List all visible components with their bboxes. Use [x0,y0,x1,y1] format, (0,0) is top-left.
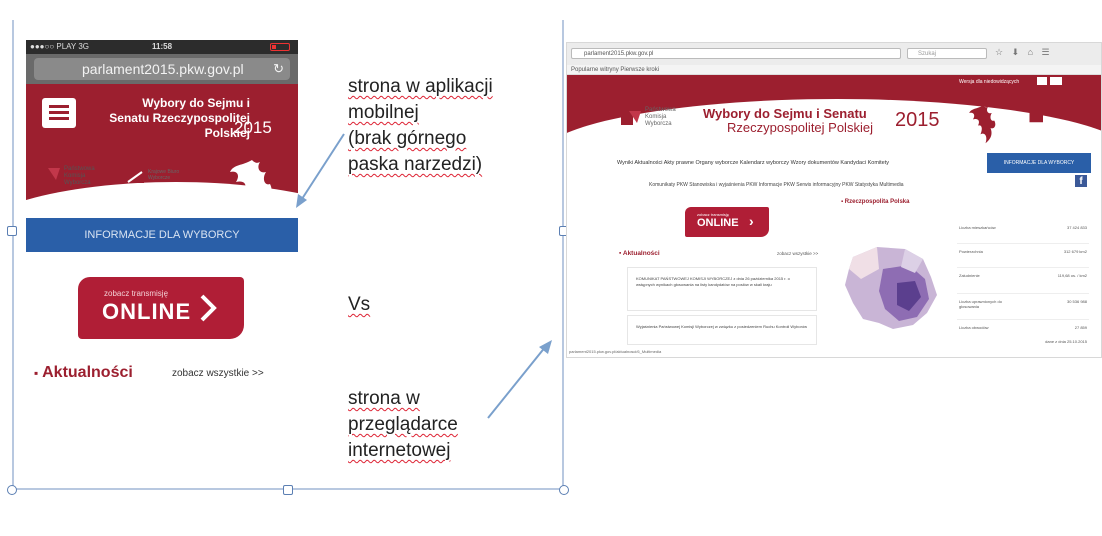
desktop-site-title: Wybory do Sejmu i Senatu Rzeczypospolite… [703,107,873,135]
eagle-icon [230,160,272,220]
stats-label: Powierzchnia [959,249,983,254]
mobile-news-heading: ▪ Aktualności [34,364,133,382]
bookmarks-bar[interactable]: Popularne witryny Pierwsze kroki [567,65,1101,75]
caption-line: internetowej [348,440,451,461]
poland-map[interactable] [839,239,943,335]
facebook-icon[interactable]: f [1075,175,1087,187]
resize-handle-bottom-right[interactable] [559,485,569,495]
browser-toolbar: parlament2015.pkw.gov.pl Szukaj ☆ ⬇ ⌂ ☰ [567,43,1101,66]
pkw-logo-text: Państwowa Komisja Wyborcza [64,166,95,186]
stats-date: dane z dnia 25.10.2015 [1045,339,1087,344]
desktop-news-title: Aktualności [622,250,660,257]
desktop-title-line2: Rzeczypospolitej Polskiej [727,120,873,135]
desktop-url-text: parlament2015.pkw.gov.pl [584,51,654,57]
resize-handle-bottom[interactable] [283,485,293,495]
desktop-title-line1: Wybory do Sejmu i Senatu [703,106,867,121]
news-item[interactable]: KOMUNIKAT PAŃSTWOWEJ KOMISJI WYBORCZEJ z… [627,267,817,311]
mobile-site-title: Wybory do Sejmu i Senatu Rzeczypospolite… [109,96,250,140]
news-item[interactable]: Wyjaśnienia Państwowej Komisji Wyborczej… [627,315,817,345]
stats-label: Liczba mieszkańców [959,225,996,230]
caption-line: (brak górnego [348,128,467,149]
desktop-eagle-icon [969,105,996,144]
stats-row: Powierzchnia 312 679 km2 [957,243,1089,268]
mobile-caption: strona w aplikacji mobilnej (brak górneg… [348,74,493,178]
kbw-logo: Krajowe Biuro Wyborcze [126,168,179,189]
toolbar-icons[interactable]: ☆ ⬇ ⌂ ☰ [995,47,1053,58]
stats-row: Liczba uprawnionych do głosowania 30 536 … [957,293,1089,320]
language-icon[interactable] [1050,77,1062,85]
vs-label: Vs [348,294,371,315]
desktop-kbw-logo-icon [1029,112,1043,123]
resize-handle-left[interactable] [7,226,17,236]
pkw-logo: Państwowa Komisja Wyborcza [40,166,95,189]
desktop-search-field[interactable]: Szukaj [907,48,987,59]
pkw-logo-icon [40,168,60,182]
caption-line: mobilnej [348,102,419,123]
stats-value: 312 679 km2 [1063,249,1087,254]
stats-value: 30 536 988 [1066,299,1087,304]
stats-label: Zaludnienie [959,273,980,278]
desktop-main-nav[interactable]: Wyniki Aktualności Akty prawne Organy wy… [617,160,889,166]
stats-label: Liczba uprawnionych do głosowania [959,299,1002,309]
news-item-text: KOMUNIKAT PAŃSTWOWEJ KOMISJI WYBORCZEJ z… [636,276,790,287]
desktop-sub-nav[interactable]: Komunikaty PKW Stanowiska i wyjaśnienia … [649,182,904,188]
arrow-to-mobile [296,133,345,208]
mobile-news-all-link[interactable]: zobacz wszystkie >> [172,368,264,379]
desktop-url-field[interactable]: parlament2015.pkw.gov.pl [571,48,901,59]
bullet-icon: ▪ [34,366,39,380]
desktop-pkw-logo-icon [621,111,641,125]
mobile-news-title: Aktualności [42,364,133,381]
reload-icon[interactable]: ↻ [273,58,284,80]
battery-icon [270,43,290,51]
desktop-online-button[interactable]: zobacz transmisję ONLINE › [685,207,769,237]
desktop-pkw-logo-text: Państwowa Komisja Wyborcza [645,107,676,127]
resize-handle-bottom-left[interactable] [7,485,17,495]
online-small-label: zobacz transmisję [104,289,169,298]
font-size-icon[interactable] [1037,77,1047,85]
search-placeholder: Szukaj [918,51,937,57]
desktop-news-heading: ▪ Aktualności [619,250,660,257]
carrier-signal: ●●●○○ PLAY 3G [30,42,89,51]
arrow-to-browser [487,340,552,419]
region-title: ▪ Rzeczpospolita Polska [841,199,910,205]
mobile-url-text: parlament2015.pkw.gov.pl [82,61,244,77]
desktop-year: 2015 [895,109,940,131]
status-time: 11:58 [152,42,173,51]
region-name: Rzeczpospolita Polska [844,199,910,205]
desktop-chevron-icon: › [749,213,754,229]
news-item-text: Wyjaśnienia Państwowej Komisji Wyborczej… [636,324,808,329]
caption-line: paska narzedzi) [348,154,483,175]
mobile-url-field[interactable]: parlament2015.pkw.gov.pl ↻ [34,58,290,80]
kbw-logo-icon [126,170,144,183]
mobile-status-bar: ●●●○○ PLAY 3G 11:58 [26,40,298,54]
kbw-logo-text: Krajowe Biuro Wyborcze [148,169,180,181]
desktop-online-big: ONLINE [697,217,739,229]
chevron-right-icon [200,294,217,322]
stats-value: 27 859 [1074,325,1087,330]
caption-line: strona w [348,388,420,409]
stats-value: 37 424 833 [1066,225,1087,230]
desktop-screenshot: parlament2015.pkw.gov.pl Szukaj ☆ ⬇ ⌂ ☰ … [566,42,1102,358]
accessibility-link[interactable]: Wersja dla niedowidzących [959,79,1019,85]
browser-status-url: parlament2015.pkw.gov.pl/aktualnosci/6_M… [569,349,662,354]
stats-row: Liczba mieszkańców 37 424 833 [957,219,1089,244]
menu-icon[interactable] [42,98,76,128]
browser-caption: strona w przeglądarce internetowej [348,386,458,464]
desktop-news-all-link[interactable]: zobacz wszystkie >> [777,251,818,256]
online-big-label: ONLINE [102,299,192,324]
desktop-info-button[interactable]: INFORMACJE DLA WYBORCY [987,153,1091,173]
stats-row: Liczba obwodów 27 859 [957,319,1089,337]
stats-value: 119,68 os. / km2 [1057,273,1087,278]
mobile-year: 2015 [234,118,272,137]
online-stream-button[interactable]: zobacz transmisję ONLINE [78,277,244,339]
stats-row: Zaludnienie 119,68 os. / km2 [957,267,1089,294]
info-for-voters-bar[interactable]: INFORMACJE DLA WYBORCY [26,218,298,252]
stats-label: Liczba obwodów [959,325,989,330]
caption-line: przeglądarce [348,414,458,435]
mobile-url-bar: parlament2015.pkw.gov.pl ↻ [26,54,298,84]
caption-line: strona w aplikacji [348,76,493,97]
